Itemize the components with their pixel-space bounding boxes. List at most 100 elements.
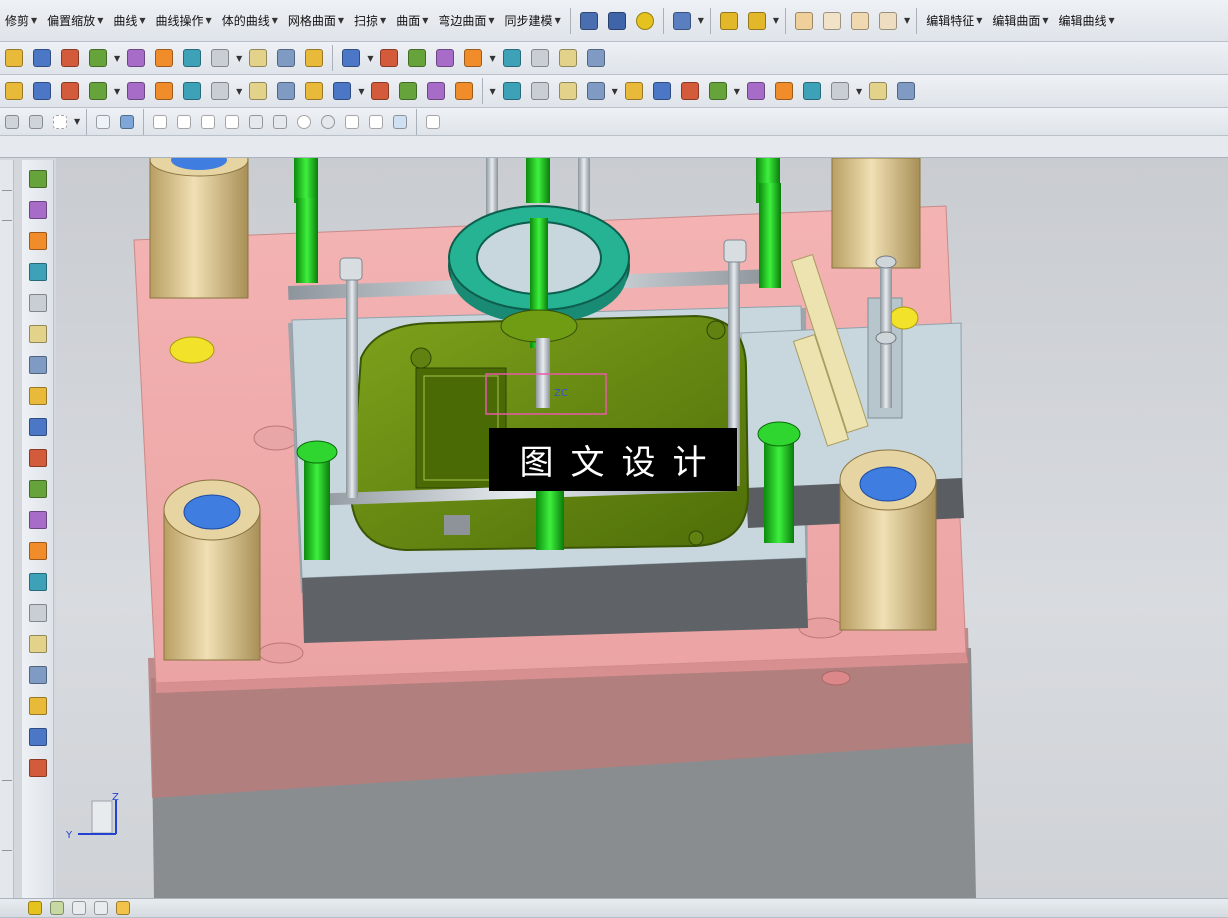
feature-icon[interactable] [26, 260, 50, 284]
pad-icon[interactable] [273, 45, 299, 71]
return-pin[interactable] [169, 336, 215, 364]
core-cavity-icon[interactable] [26, 601, 50, 625]
snap-point-icon[interactable] [173, 111, 195, 133]
gate-icon[interactable] [527, 78, 553, 104]
menu-offset-scale[interactable]: 偏置缩放 ▼ [42, 9, 108, 33]
lifter-icon[interactable] [85, 78, 111, 104]
parting-icon[interactable] [26, 570, 50, 594]
menu-sync-modeling[interactable]: 同步建模 ▼ [500, 9, 566, 33]
sphere-icon[interactable] [583, 45, 609, 71]
ejector-icon[interactable] [705, 78, 731, 104]
filter-face-icon[interactable] [92, 111, 114, 133]
bolt[interactable] [296, 198, 318, 283]
chevron-down-icon[interactable]: ▼ [74, 117, 80, 126]
guide-bushing[interactable] [831, 158, 921, 269]
lifter-icon[interactable] [771, 78, 797, 104]
menu-curve-ops[interactable]: 曲线操作 ▼ [151, 9, 217, 33]
chevron-down-icon[interactable]: ▼ [236, 54, 242, 63]
graphics-viewport[interactable]: ZC Z Y [56, 158, 1228, 898]
bom-icon[interactable] [621, 78, 647, 104]
cooling-icon[interactable] [123, 78, 149, 104]
bridge-curve-icon[interactable] [819, 8, 845, 34]
boss-icon[interactable] [460, 45, 486, 71]
assembly-navigator-icon[interactable] [25, 899, 45, 917]
reuse-library-icon[interactable] [113, 899, 133, 917]
screw-icon[interactable] [499, 78, 525, 104]
chevron-down-icon[interactable]: ▼ [367, 54, 373, 63]
mold-wizard-icon[interactable] [26, 539, 50, 563]
menu-edit-curve[interactable]: 编辑曲线 ▼ [1054, 9, 1120, 33]
sprue-icon[interactable] [245, 78, 271, 104]
ejector-icon[interactable] [367, 78, 393, 104]
surface-icon[interactable] [26, 322, 50, 346]
coil-blue-icon[interactable] [744, 8, 770, 34]
chevron-down-icon[interactable]: ▼ [236, 87, 242, 96]
solid-icon[interactable] [26, 291, 50, 315]
offset-curve-icon[interactable] [875, 8, 901, 34]
sphere-icon[interactable] [207, 45, 233, 71]
sprue-icon[interactable] [583, 78, 609, 104]
guide-bushing[interactable] [149, 158, 249, 299]
bolt[interactable] [526, 158, 550, 203]
revolve-icon[interactable] [29, 45, 55, 71]
hole-icon[interactable] [432, 45, 458, 71]
gate-icon[interactable] [865, 78, 891, 104]
block-icon[interactable] [123, 45, 149, 71]
return-pin[interactable] [889, 306, 919, 330]
spring-icon[interactable] [604, 8, 630, 34]
chevron-down-icon[interactable]: ▼ [734, 87, 740, 96]
snap-intersect-icon[interactable] [269, 111, 291, 133]
history-icon[interactable] [91, 899, 111, 917]
chevron-down-icon[interactable]: ▼ [114, 87, 120, 96]
select-rect-icon[interactable] [49, 111, 71, 133]
chevron-down-icon[interactable]: ▼ [904, 16, 910, 25]
chevron-down-icon[interactable]: ▼ [489, 87, 495, 96]
menu-curve[interactable]: 曲线 ▼ [108, 9, 150, 33]
standard-part-icon[interactable] [26, 632, 50, 656]
snap-on-curve-icon[interactable] [365, 111, 387, 133]
drawing-icon[interactable] [649, 78, 675, 104]
hole-icon[interactable] [57, 45, 83, 71]
resource-bar[interactable] [0, 160, 14, 898]
runner-icon[interactable] [893, 78, 919, 104]
chevron-down-icon[interactable]: ▼ [856, 87, 862, 96]
snap-tangent-icon[interactable] [245, 111, 267, 133]
layer-icon[interactable] [26, 384, 50, 408]
view-cube-icon[interactable] [26, 167, 50, 191]
bolt[interactable] [294, 158, 318, 203]
screw-icon[interactable] [827, 78, 853, 104]
bom-icon[interactable] [273, 78, 299, 104]
gate-icon[interactable] [179, 78, 205, 104]
pin-icon[interactable] [329, 78, 355, 104]
bolt[interactable] [759, 183, 781, 288]
sweep-icon[interactable] [26, 353, 50, 377]
chevron-down-icon[interactable]: ▼ [698, 16, 704, 25]
snap-center-icon[interactable] [293, 111, 315, 133]
runner-icon[interactable] [555, 78, 581, 104]
cooling-icon[interactable] [799, 78, 825, 104]
constraint-icon[interactable] [47, 899, 67, 917]
slide-icon[interactable] [57, 78, 83, 104]
snap-mid-icon[interactable] [221, 111, 243, 133]
lifter-icon[interactable] [423, 78, 449, 104]
cylinder-icon[interactable] [151, 45, 177, 71]
offset-face-icon[interactable] [338, 45, 364, 71]
curve-edit-icon[interactable] [791, 8, 817, 34]
table-icon[interactable] [422, 111, 444, 133]
snap-quadrant-icon[interactable] [317, 111, 339, 133]
ejector-icon[interactable] [29, 78, 55, 104]
menu-edit-surface[interactable]: 编辑曲面 ▼ [987, 9, 1053, 33]
snap-existing-icon[interactable] [341, 111, 363, 133]
mesh-icon[interactable] [669, 8, 695, 34]
chart-icon[interactable] [26, 694, 50, 718]
filter-body-icon[interactable] [116, 111, 138, 133]
coil-gold-icon[interactable] [716, 8, 742, 34]
block-icon[interactable] [499, 45, 525, 71]
menu-mesh-surface[interactable]: 网格曲面 ▼ [283, 9, 349, 33]
spline-icon[interactable] [847, 8, 873, 34]
extrude-icon[interactable] [1, 45, 27, 71]
chevron-down-icon[interactable]: ▼ [773, 16, 779, 25]
assembly-icon[interactable] [26, 198, 50, 222]
chevron-down-icon[interactable]: ▼ [612, 87, 618, 96]
database-icon[interactable] [576, 8, 602, 34]
